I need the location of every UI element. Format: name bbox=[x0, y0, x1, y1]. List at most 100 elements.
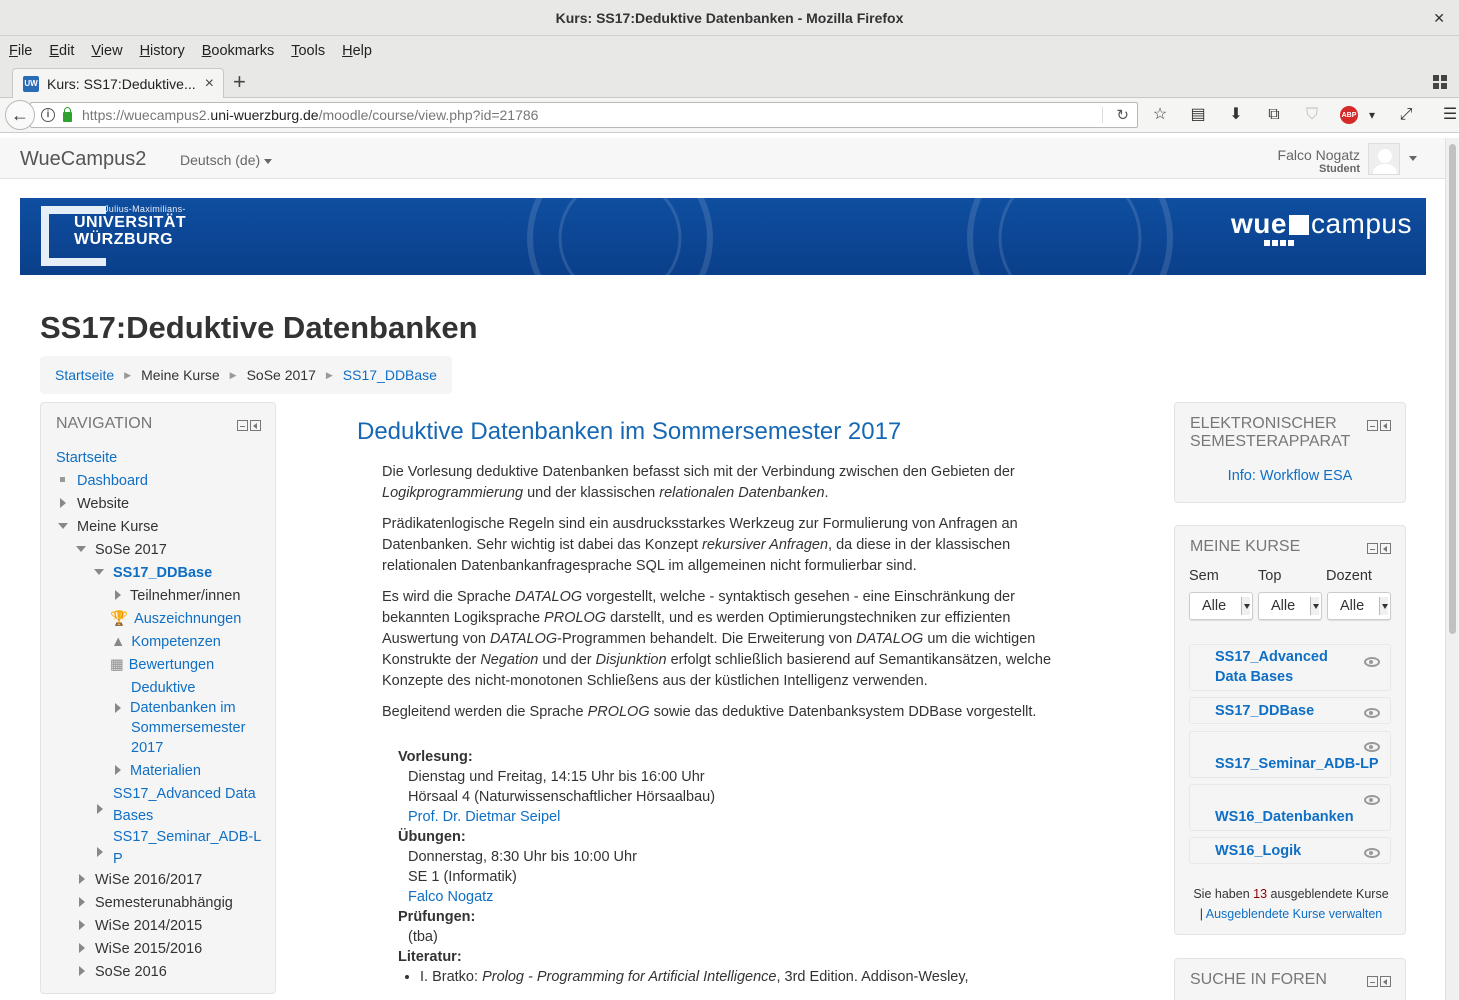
user-menu-caret-icon[interactable] bbox=[1409, 156, 1417, 161]
nav-website[interactable]: Website bbox=[77, 496, 129, 512]
language-menu[interactable]: Deutsch (de) bbox=[180, 152, 273, 168]
university-logo[interactable]: Julius-Maximilians- UNIVERSITÄT WÜRZBURG bbox=[74, 204, 186, 248]
nav-startseite[interactable]: Startseite bbox=[56, 450, 117, 466]
fullscreen-icon[interactable]: ⤢ bbox=[1396, 105, 1416, 125]
nav-seminar-line1[interactable]: SS17_Seminar_ADB-L bbox=[113, 829, 261, 845]
filter-dozent-select[interactable]: Alle bbox=[1327, 592, 1391, 620]
nav-dashboard[interactable]: Dashboard bbox=[77, 473, 148, 489]
filter-top-select[interactable]: Alle bbox=[1258, 592, 1322, 620]
manage-hidden-courses-link[interactable]: Ausgeblendete Kurse verwalten bbox=[1206, 907, 1383, 921]
collapse-tree-icon[interactable] bbox=[58, 523, 68, 529]
nav-ss17-ddbase[interactable]: SS17_DDBase bbox=[113, 565, 212, 581]
course-item-ws16-datenbanken[interactable]: WS16_Datenbanken bbox=[1189, 784, 1391, 831]
nav-deduktive-line3[interactable]: Sommersemester bbox=[131, 720, 245, 736]
menu-history[interactable]: History bbox=[140, 43, 185, 59]
collapse-tree-icon[interactable] bbox=[76, 546, 86, 552]
eye-icon[interactable] bbox=[1364, 742, 1380, 752]
site-brand[interactable]: WueCampus2 bbox=[20, 148, 146, 171]
expand-icon[interactable] bbox=[79, 966, 85, 976]
course-item-ddbase[interactable]: SS17_DDBase bbox=[1189, 697, 1391, 724]
adblock-dropdown-icon[interactable]: ▾ bbox=[1362, 105, 1382, 125]
nav-sose2016[interactable]: SoSe 2016 bbox=[95, 964, 167, 980]
course-item-ws16-logik[interactable]: WS16_Logik bbox=[1189, 837, 1391, 864]
new-tab-button[interactable]: + bbox=[233, 69, 246, 95]
reload-icon[interactable]: ↻ bbox=[1116, 106, 1129, 124]
eye-icon[interactable] bbox=[1364, 795, 1380, 805]
menu-edit[interactable]: Edit bbox=[49, 43, 74, 59]
expand-icon[interactable] bbox=[97, 804, 103, 814]
collapse-icon[interactable] bbox=[1367, 543, 1378, 554]
collapse-icon[interactable] bbox=[237, 420, 248, 431]
hamburger-menu-icon[interactable]: ☰ bbox=[1440, 105, 1459, 125]
nav-materialien[interactable]: Materialien bbox=[130, 763, 201, 779]
nav-advanced-line1[interactable]: SS17_Advanced Data bbox=[113, 786, 256, 802]
expand-icon[interactable] bbox=[115, 590, 121, 600]
nav-auszeichnungen[interactable]: Auszeichnungen bbox=[134, 611, 241, 627]
bookmark-star-icon[interactable]: ☆ bbox=[1150, 105, 1170, 125]
dock-icon[interactable] bbox=[1380, 543, 1391, 554]
nav-kompetenzen[interactable]: Kompetenzen bbox=[131, 634, 220, 650]
nav-semesterunabhaengig[interactable]: Semesterunabhängig bbox=[95, 895, 233, 911]
eye-icon[interactable] bbox=[1364, 848, 1380, 858]
vorlesung-prof-link[interactable]: Prof. Dr. Dietmar Seipel bbox=[408, 809, 560, 825]
literature-list: I. Bratko: Prolog - Programming for Arti… bbox=[420, 967, 1057, 987]
expand-icon[interactable] bbox=[115, 765, 121, 775]
browser-tab[interactable]: UW Kurs: SS17:Deduktive... × bbox=[12, 68, 224, 99]
uebungen-tutor-link[interactable]: Falco Nogatz bbox=[408, 889, 493, 905]
tab-list-icon[interactable] bbox=[1433, 75, 1447, 89]
menu-tools[interactable]: Tools bbox=[291, 43, 325, 59]
expand-icon[interactable] bbox=[79, 920, 85, 930]
menu-help[interactable]: Help bbox=[342, 43, 372, 59]
site-info-icon[interactable]: i bbox=[41, 108, 55, 122]
expand-icon[interactable] bbox=[79, 897, 85, 907]
nav-deduktive-line2[interactable]: Datenbanken im bbox=[130, 700, 236, 716]
collapse-icon[interactable] bbox=[1367, 976, 1378, 987]
tab-close-icon[interactable]: × bbox=[205, 75, 214, 93]
course-item-advanced[interactable]: SS17_Advanced Data Bases bbox=[1189, 644, 1391, 691]
nav-wise1617[interactable]: WiSe 2016/2017 bbox=[95, 872, 202, 888]
expand-icon[interactable] bbox=[79, 874, 85, 884]
extension-icon[interactable]: ⧉ bbox=[1264, 105, 1284, 125]
expand-icon[interactable] bbox=[60, 498, 66, 508]
dock-icon[interactable] bbox=[1380, 976, 1391, 987]
nav-deduktive-line1[interactable]: Deduktive bbox=[131, 680, 195, 696]
page-scrollbar[interactable] bbox=[1445, 138, 1459, 1000]
wuecampus-logo[interactable]: wue campus bbox=[1231, 208, 1412, 240]
breadcrumb-startseite[interactable]: Startseite bbox=[55, 367, 114, 383]
menu-view[interactable]: View bbox=[91, 43, 122, 59]
back-button[interactable]: ← bbox=[5, 100, 35, 130]
reading-list-icon[interactable]: ▤ bbox=[1188, 105, 1208, 125]
breadcrumb-course[interactable]: SS17_DDBase bbox=[343, 367, 437, 383]
eye-icon[interactable] bbox=[1364, 708, 1380, 718]
nav-bewertungen[interactable]: Bewertungen bbox=[129, 657, 214, 673]
collapse-icon[interactable] bbox=[1367, 420, 1378, 431]
filter-sem-select[interactable]: Alle bbox=[1189, 592, 1253, 620]
collapse-tree-icon[interactable] bbox=[94, 569, 104, 575]
nav-sose2017[interactable]: SoSe 2017 bbox=[95, 542, 167, 558]
nav-seminar-line2[interactable]: P bbox=[113, 851, 123, 867]
esa-workflow-link[interactable]: Info: Workflow ESA bbox=[1175, 468, 1405, 484]
expand-icon[interactable] bbox=[97, 847, 103, 857]
dock-icon[interactable] bbox=[1380, 420, 1391, 431]
nav-meine-kurse[interactable]: Meine Kurse bbox=[77, 519, 158, 535]
nav-teilnehmer[interactable]: Teilnehmer/innen bbox=[130, 588, 240, 604]
nav-advanced-line2[interactable]: Bases bbox=[113, 808, 153, 824]
nav-wise1415[interactable]: WiSe 2014/2015 bbox=[95, 918, 202, 934]
shield-icon[interactable]: ⛉ bbox=[1302, 105, 1322, 125]
url-bar[interactable]: i https://wuecampus2. uni-wuerzburg.de/mo… bbox=[30, 102, 1138, 128]
dock-icon[interactable] bbox=[250, 420, 261, 431]
menu-bookmarks[interactable]: Bookmarks bbox=[202, 43, 275, 59]
expand-icon[interactable] bbox=[115, 703, 121, 713]
download-icon[interactable]: ⬇ bbox=[1226, 105, 1246, 125]
window-close-button[interactable]: ✕ bbox=[1433, 0, 1445, 36]
eye-icon[interactable] bbox=[1364, 657, 1380, 667]
user-menu[interactable]: Falco Nogatz Student bbox=[1278, 147, 1360, 175]
nav-wise1516[interactable]: WiSe 2015/2016 bbox=[95, 941, 202, 957]
nav-deduktive-line4[interactable]: 2017 bbox=[131, 740, 163, 756]
scrollbar-thumb[interactable] bbox=[1449, 144, 1456, 634]
expand-icon[interactable] bbox=[79, 943, 85, 953]
avatar[interactable] bbox=[1368, 143, 1400, 175]
adblock-icon[interactable]: ABP bbox=[1340, 106, 1358, 124]
menu-file[interactable]: File bbox=[9, 43, 32, 59]
course-item-seminar[interactable]: SS17_Seminar_ADB-LP bbox=[1189, 731, 1391, 778]
